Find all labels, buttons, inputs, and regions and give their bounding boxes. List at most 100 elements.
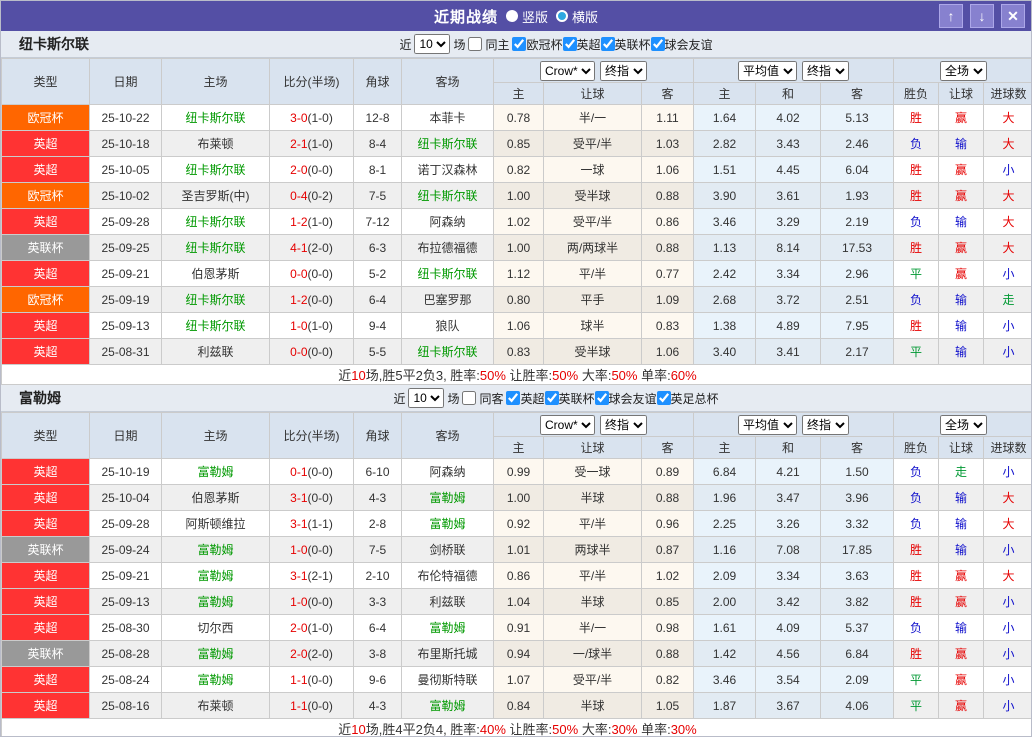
scope-select[interactable]: 全场 <box>940 415 987 435</box>
league-checkbox-2[interactable] <box>595 391 609 405</box>
full-time-score: 1-0 <box>290 543 307 557</box>
view-radio-horizontal[interactable]: 横版 <box>556 7 598 26</box>
half-time-score: (0-0) <box>308 673 333 687</box>
league-filter[interactable]: 英联杯 <box>601 36 651 53</box>
full-time-score: 2-0 <box>290 163 307 177</box>
odds-final-select[interactable]: 终指 <box>600 415 647 435</box>
corners: 7-5 <box>354 537 402 563</box>
move-up-button[interactable]: ↑ <box>939 4 963 28</box>
move-down-button[interactable]: ↓ <box>970 4 994 28</box>
league-checkbox-1[interactable] <box>545 391 559 405</box>
avg-draw-odds: 3.54 <box>756 667 821 693</box>
league-filter-label: 英超 <box>520 390 544 407</box>
result-goals: 小 <box>984 339 1032 365</box>
scope-select[interactable]: 全场 <box>940 61 987 81</box>
crow-home-odds: 0.92 <box>494 511 544 537</box>
league-checkbox-0[interactable] <box>512 37 526 51</box>
result-outcome: 胜 <box>894 105 939 131</box>
match-row: 欧冠杯25-10-22纽卡斯尔联3-0(1-0)12-8本菲卡0.78半/一1.… <box>2 105 1032 131</box>
crow-home-odds: 0.85 <box>494 131 544 157</box>
result-outcome: 负 <box>894 615 939 641</box>
corners: 2-10 <box>354 563 402 589</box>
home-team: 布莱顿 <box>162 693 270 719</box>
away-team: 剑桥联 <box>402 537 494 563</box>
title-group: 近期战绩 竖版 横版 <box>434 6 598 27</box>
league-filter[interactable]: 英超 <box>506 390 544 407</box>
avg-home-odds: 1.16 <box>694 537 756 563</box>
league-checkbox-0[interactable] <box>506 391 520 405</box>
result-handicap: 输 <box>939 131 984 157</box>
crow-home-odds: 0.83 <box>494 339 544 365</box>
match-row: 英超25-10-05纽卡斯尔联2-0(0-0)8-1诺丁汉森林0.82一球1.0… <box>2 157 1032 183</box>
corners: 9-4 <box>354 313 402 339</box>
sections-container: 纽卡斯尔联 近 10 场 同主 欧冠杯英超英联杯球会友谊 类型日期主场比分(半场… <box>1 31 1031 737</box>
match-count-select[interactable]: 10 <box>414 34 450 54</box>
close-button[interactable]: ✕ <box>1001 4 1025 28</box>
avg-final-select[interactable]: 终指 <box>802 61 849 81</box>
home-team: 纽卡斯尔联 <box>162 209 270 235</box>
result-handicap: 输 <box>939 511 984 537</box>
crow-home-odds: 1.00 <box>494 183 544 209</box>
league-filter[interactable]: 欧冠杯 <box>512 36 562 53</box>
league-filter[interactable]: 球会友谊 <box>651 36 713 53</box>
crow-home-odds: 1.06 <box>494 313 544 339</box>
crow-away-odds: 0.96 <box>642 511 694 537</box>
away-team: 诺丁汉森林 <box>402 157 494 183</box>
crow-handicap: 平/半 <box>544 563 642 589</box>
full-time-score: 1-0 <box>290 595 307 609</box>
corners: 2-8 <box>354 511 402 537</box>
same-venue-checkbox[interactable] <box>462 391 476 405</box>
odds-company-select[interactable]: Crow* <box>540 61 595 81</box>
match-date: 25-09-19 <box>90 287 162 313</box>
summary-segment: 50% <box>552 368 578 383</box>
odds-final-select[interactable]: 终指 <box>600 61 647 81</box>
avg-source-select[interactable]: 平均值 <box>738 415 797 435</box>
league-checkbox-1[interactable] <box>563 37 577 51</box>
avg-away-odds: 3.96 <box>821 485 894 511</box>
view-radio-vertical[interactable]: 竖版 <box>506 7 548 26</box>
league-checkbox-2[interactable] <box>601 37 615 51</box>
league-checkbox-3[interactable] <box>657 391 671 405</box>
avg-away-odds: 1.93 <box>821 183 894 209</box>
result-handicap: 赢 <box>939 105 984 131</box>
crow-handicap: 一球 <box>544 157 642 183</box>
league-filter-label: 英联杯 <box>615 36 651 53</box>
avg-source-select[interactable]: 平均值 <box>738 61 797 81</box>
matches-label: 场 <box>447 390 459 407</box>
league-filter[interactable]: 英联杯 <box>545 390 595 407</box>
match-count-select[interactable]: 10 <box>408 388 444 408</box>
crow-handicap: 半球 <box>544 693 642 719</box>
away-team: 巴塞罗那 <box>402 287 494 313</box>
result-goals: 小 <box>984 261 1032 287</box>
same-venue-checkbox[interactable] <box>468 37 482 51</box>
league-filter[interactable]: 英足总杯 <box>657 390 719 407</box>
crow-away-odds: 0.86 <box>642 209 694 235</box>
avg-final-select[interactable]: 终指 <box>802 415 849 435</box>
crow-handicap: 一/球半 <box>544 641 642 667</box>
team-section: 纽卡斯尔联 近 10 场 同主 欧冠杯英超英联杯球会友谊 类型日期主场比分(半场… <box>1 31 1031 385</box>
column-subheader: 客 <box>642 437 694 459</box>
odds-company-select[interactable]: Crow* <box>540 415 595 435</box>
radio-selected-icon[interactable] <box>506 10 518 22</box>
score: 3-0(1-0) <box>270 105 354 131</box>
league-filter[interactable]: 英超 <box>563 36 601 53</box>
half-time-score: (2-1) <box>308 569 333 583</box>
full-time-score: 3-1 <box>290 491 307 505</box>
column-subheader: 胜负 <box>894 83 939 105</box>
match-date: 25-08-28 <box>90 641 162 667</box>
league-checkbox-3[interactable] <box>651 37 665 51</box>
league-badge: 英联杯 <box>2 537 90 563</box>
column-subheader: 客 <box>821 83 894 105</box>
away-team: 富勒姆 <box>402 615 494 641</box>
corners: 6-4 <box>354 287 402 313</box>
league-filter-label: 英联杯 <box>559 390 595 407</box>
league-badge: 英超 <box>2 131 90 157</box>
score: 3-1(0-0) <box>270 485 354 511</box>
radio-unselected-icon[interactable] <box>556 10 568 22</box>
half-time-score: (1-0) <box>308 137 333 151</box>
result-handicap: 赢 <box>939 667 984 693</box>
league-filter[interactable]: 球会友谊 <box>595 390 657 407</box>
match-date: 25-08-16 <box>90 693 162 719</box>
avg-draw-odds: 3.26 <box>756 511 821 537</box>
corners: 6-3 <box>354 235 402 261</box>
